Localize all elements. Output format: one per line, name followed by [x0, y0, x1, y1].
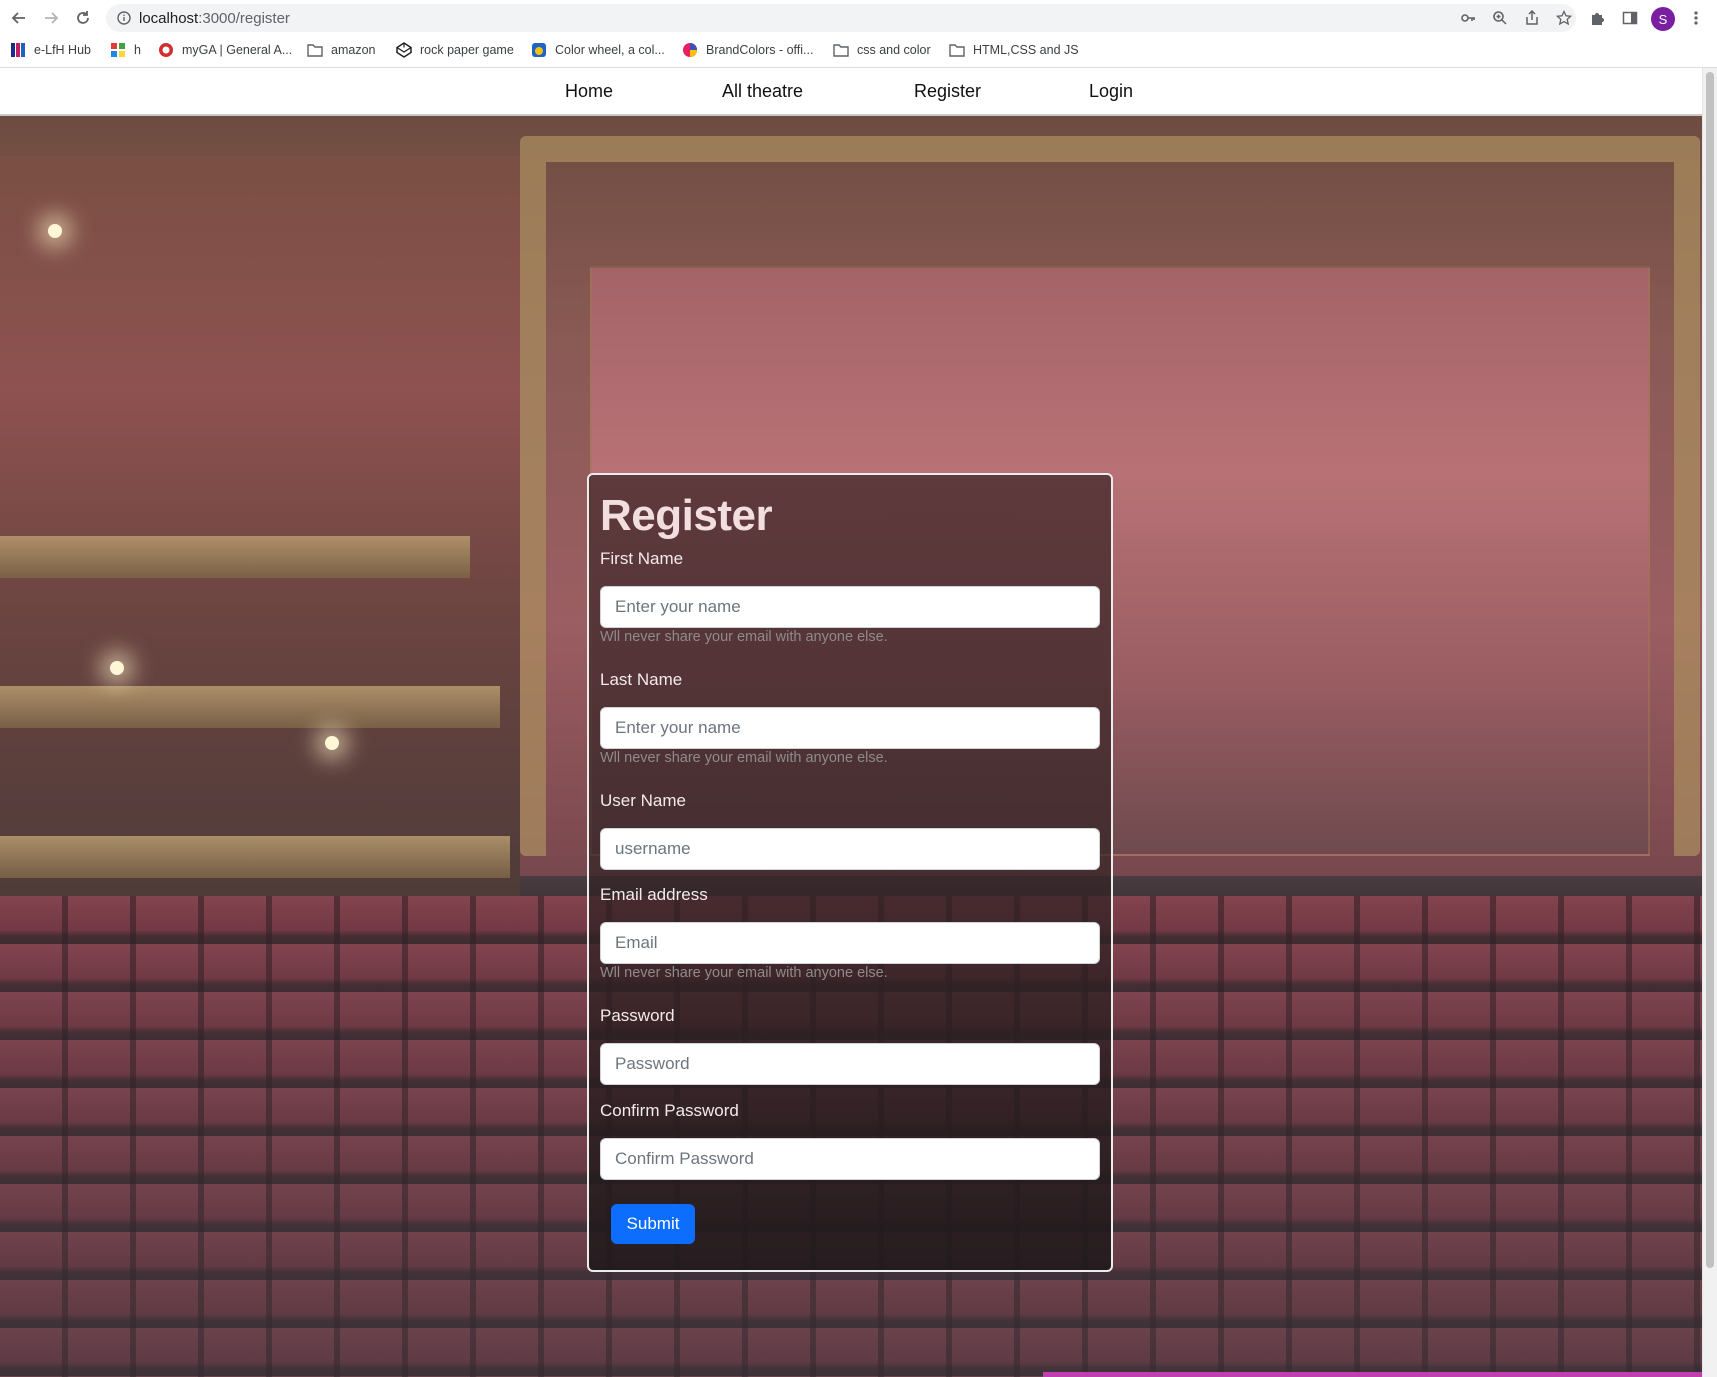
confirm-password-input[interactable] [600, 1138, 1100, 1180]
bookmark-label: rock paper game [420, 43, 514, 57]
site-navbar: Home All theatre Register Login [0, 68, 1702, 116]
bookmark-css-and-color[interactable]: css and color [833, 40, 931, 60]
color-wheel-icon [531, 42, 547, 58]
bookmark-html-css-js[interactable]: HTML,CSS and JS [949, 40, 1079, 60]
bookmark-label: css and color [857, 43, 931, 57]
scrollbar-thumb[interactable] [1706, 72, 1714, 1268]
folder-icon [949, 42, 965, 58]
bookmark-myga[interactable]: myGA | General A... [158, 40, 292, 60]
register-form-card: Register First Name Wll never share your… [587, 473, 1113, 1272]
email-label: Email address [600, 885, 708, 904]
ga-icon [158, 42, 174, 58]
brandcolors-icon [682, 42, 698, 58]
bookmark-label: HTML,CSS and JS [973, 43, 1079, 57]
browser-toolbar: localhost:3000/register S [0, 0, 1717, 36]
nav-login-link[interactable]: Login [1089, 81, 1133, 102]
bookmark-color-wheel[interactable]: Color wheel, a col... [531, 40, 665, 60]
page-viewport: Home All theatre Register Login Register… [0, 68, 1702, 1377]
nav-register-link[interactable]: Register [914, 81, 981, 102]
bookmark-label: Color wheel, a col... [555, 43, 665, 57]
theatre-background-image: Register First Name Wll never share your… [0, 116, 1702, 1377]
back-arrow-icon[interactable] [6, 5, 32, 31]
key-icon[interactable] [1460, 10, 1476, 26]
address-bar[interactable]: localhost:3000/register [106, 4, 1576, 32]
more-vertical-icon[interactable] [1686, 8, 1706, 28]
last-name-help-text: Wll never share your email with anyone e… [600, 750, 888, 766]
codepen-icon [396, 42, 412, 58]
bookmark-label: myGA | General A... [182, 43, 293, 57]
balcony-rail-upper [0, 536, 470, 578]
password-label: Password [600, 1006, 675, 1025]
balcony-rail-lower [0, 836, 510, 878]
folder-icon [833, 42, 849, 58]
reload-icon[interactable] [70, 5, 96, 31]
side-panel-icon[interactable] [1620, 8, 1640, 28]
bookmark-amazon[interactable]: amazon [307, 40, 375, 60]
first-name-input[interactable] [600, 586, 1100, 628]
submit-button[interactable]: Submit [611, 1204, 695, 1244]
star-icon[interactable] [1556, 10, 1572, 26]
nav-home-link[interactable]: Home [565, 81, 613, 102]
last-name-input[interactable] [600, 707, 1100, 749]
url-text[interactable]: localhost:3000/register [139, 10, 290, 27]
folder-icon [307, 42, 323, 58]
username-input[interactable] [600, 828, 1100, 870]
bookmark-label: e-LfH Hub [34, 43, 91, 57]
extensions-puzzle-icon[interactable] [1588, 8, 1608, 28]
browser-chrome: localhost:3000/register S e-LfH Hub h my… [0, 0, 1717, 68]
elfh-icon [10, 42, 26, 58]
first-name-label: First Name [600, 549, 684, 568]
last-name-label: Last Name [600, 670, 683, 689]
url-path: :3000/register [198, 10, 290, 27]
zoom-icon[interactable] [1492, 10, 1508, 26]
wall-lamp [48, 224, 62, 238]
site-info-icon[interactable] [116, 10, 132, 26]
bookmark-h[interactable]: h [110, 40, 141, 60]
bookmark-label: amazon [331, 43, 376, 57]
confirm-password-label: Confirm Password [600, 1101, 739, 1120]
form-title: Register [600, 491, 773, 540]
bookmark-brandcolors[interactable]: BrandColors - offi... [682, 40, 813, 60]
nav-all-theatre-link[interactable]: All theatre [722, 81, 803, 102]
bookmark-label: BrandColors - offi... [706, 43, 814, 57]
bottom-accent-strip [1043, 1372, 1702, 1377]
bookmarks-bar: e-LfH Hub h myGA | General A... amazon r… [0, 38, 1717, 62]
password-input[interactable] [600, 1043, 1100, 1085]
username-label: User Name [600, 791, 686, 810]
forward-arrow-icon[interactable] [38, 5, 64, 31]
share-icon[interactable] [1524, 10, 1540, 26]
url-host: localhost [139, 10, 199, 27]
bookmark-rock-paper-game[interactable]: rock paper game [396, 40, 514, 60]
page-scrollbar[interactable] [1702, 68, 1717, 1377]
first-name-help-text: Wll never share your email with anyone e… [600, 629, 888, 645]
balcony-rail-middle [0, 686, 500, 728]
email-input[interactable] [600, 922, 1100, 964]
wall-lamp [325, 736, 339, 750]
profile-avatar[interactable]: S [1651, 7, 1675, 31]
grid-icon [110, 42, 126, 58]
bookmark-elfh-hub[interactable]: e-LfH Hub [10, 40, 91, 60]
email-help-text: Wll never share your email with anyone e… [600, 965, 888, 981]
bookmark-label: h [134, 43, 141, 57]
wall-lamp [110, 661, 124, 675]
